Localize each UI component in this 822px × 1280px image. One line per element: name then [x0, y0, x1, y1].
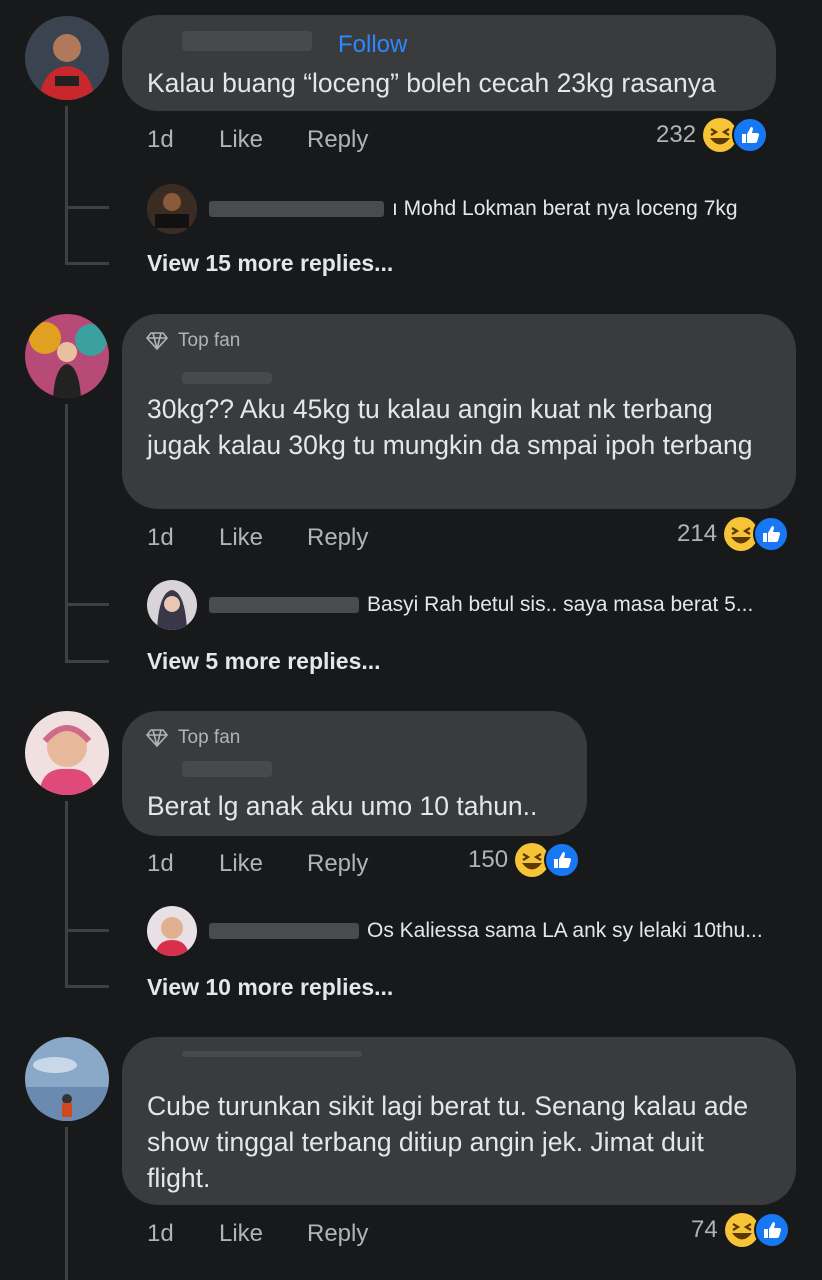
- thumbs-up-icon: [732, 117, 769, 153]
- reply-text: Os Kaliessa sama LA ank sy lelaki 10thu.…: [367, 919, 763, 942]
- reaction-summary[interactable]: 232: [656, 117, 769, 153]
- commenter-name[interactable]: [182, 372, 272, 384]
- reply-avatar[interactable]: [147, 184, 197, 234]
- reply-text: ı Mohd Lokman berat nya loceng 7kg: [392, 197, 738, 220]
- reply-preview[interactable]: Basyi Rah betul sis.. saya masa berat 5.…: [147, 580, 753, 630]
- diamond-icon: [146, 332, 168, 350]
- comment-text: 30kg?? Aku 45kg tu kalau angin kuat nk t…: [147, 394, 753, 460]
- like-button[interactable]: Like: [219, 126, 307, 154]
- view-more-replies[interactable]: View 5 more replies...: [147, 648, 381, 675]
- reaction-count: 214: [677, 520, 718, 547]
- comment-time[interactable]: 1d: [147, 850, 219, 878]
- reply-button[interactable]: Reply: [307, 850, 368, 878]
- thread-branch: [65, 929, 109, 932]
- like-button[interactable]: Like: [219, 524, 307, 552]
- comment-bubble: Follow Kalau buang “loceng” boleh cecah …: [122, 15, 776, 111]
- reply-avatar[interactable]: [147, 580, 197, 630]
- view-more-replies[interactable]: View 15 more replies...: [147, 250, 393, 277]
- follow-button[interactable]: Follow: [338, 31, 407, 59]
- reply-preview[interactable]: Os Kaliessa sama LA ank sy lelaki 10thu.…: [147, 906, 763, 956]
- comment-time[interactable]: 1d: [147, 126, 219, 154]
- comment-bubble: Top fan Berat lg anak aku umo 10 tahun..: [122, 711, 587, 836]
- view-more-replies[interactable]: View 10 more replies...: [147, 974, 393, 1001]
- thread-branch: [65, 603, 109, 606]
- thread-line: [65, 1127, 68, 1280]
- commenter-name[interactable]: [182, 1051, 362, 1057]
- comment-actions: 1d Like Reply: [147, 850, 368, 878]
- reply-author-name[interactable]: [209, 201, 384, 217]
- reaction-summary[interactable]: 214: [677, 516, 790, 552]
- comment-text: Berat lg anak aku umo 10 tahun..: [147, 791, 538, 821]
- thread-branch: [65, 206, 109, 209]
- reply-button[interactable]: Reply: [307, 126, 368, 154]
- diamond-icon: [146, 729, 168, 747]
- comment-time[interactable]: 1d: [147, 524, 219, 552]
- reaction-count: 232: [656, 121, 697, 148]
- reaction-count: 150: [468, 846, 509, 873]
- like-button[interactable]: Like: [219, 1220, 307, 1248]
- thumbs-up-icon: [753, 1212, 790, 1248]
- thread-line: [65, 404, 68, 662]
- reply-author-name[interactable]: [209, 597, 359, 613]
- comment-bubble: Top fan 30kg?? Aku 45kg tu kalau angin k…: [122, 314, 796, 509]
- thumbs-up-icon: [544, 842, 581, 878]
- commenter-avatar[interactable]: [25, 314, 109, 398]
- thread-branch: [65, 262, 109, 265]
- thread-branch: [65, 660, 109, 663]
- reaction-summary[interactable]: 74: [691, 1212, 790, 1248]
- thread-line: [65, 106, 68, 262]
- comment-time[interactable]: 1d: [147, 1220, 219, 1248]
- commenter-avatar[interactable]: [25, 1037, 109, 1121]
- reply-author-name[interactable]: [209, 923, 359, 939]
- commenter-name[interactable]: [182, 31, 312, 51]
- thumbs-up-icon: [753, 516, 790, 552]
- comment-actions: 1d Like Reply: [147, 1220, 368, 1248]
- commenter-avatar[interactable]: [25, 711, 109, 795]
- thread-branch: [65, 985, 109, 988]
- commenter-avatar[interactable]: [25, 16, 109, 100]
- commenter-name[interactable]: [182, 761, 272, 777]
- reply-avatar[interactable]: [147, 906, 197, 956]
- top-fan-badge: Top fan: [146, 330, 240, 352]
- thread-line: [65, 801, 68, 987]
- comment-text: Cube turunkan sikit lagi berat tu. Senan…: [147, 1091, 749, 1193]
- reply-button[interactable]: Reply: [307, 524, 368, 552]
- reply-button[interactable]: Reply: [307, 1220, 368, 1248]
- comment-text: Kalau buang “loceng” boleh cecah 23kg ra…: [147, 68, 716, 98]
- top-fan-badge: Top fan: [146, 727, 240, 749]
- reaction-count: 74: [691, 1216, 718, 1243]
- comment-actions: 1d Like Reply: [147, 126, 368, 154]
- like-button[interactable]: Like: [219, 850, 307, 878]
- reply-text: Basyi Rah betul sis.. saya masa berat 5.…: [367, 593, 754, 616]
- comment-actions: 1d Like Reply: [147, 524, 368, 552]
- reply-preview[interactable]: ı Mohd Lokman berat nya loceng 7kg: [147, 184, 738, 234]
- reaction-summary[interactable]: 150: [468, 842, 581, 878]
- comment-bubble: Cube turunkan sikit lagi berat tu. Senan…: [122, 1037, 796, 1205]
